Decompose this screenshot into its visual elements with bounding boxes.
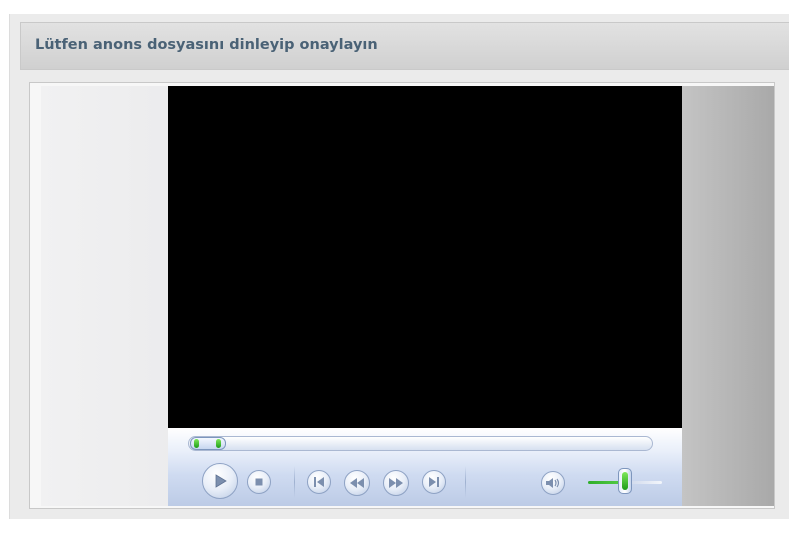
next-track-button[interactable] bbox=[422, 470, 446, 494]
fast-forward-button[interactable] bbox=[383, 470, 409, 496]
media-player bbox=[168, 86, 682, 506]
volume-thumb[interactable] bbox=[618, 468, 632, 494]
controls-separator bbox=[294, 466, 295, 498]
seek-thumb[interactable] bbox=[190, 437, 226, 450]
rewind-button[interactable] bbox=[344, 470, 370, 496]
previous-track-icon bbox=[313, 477, 325, 487]
play-button[interactable] bbox=[202, 463, 238, 499]
controls-separator bbox=[465, 466, 466, 498]
speaker-icon bbox=[546, 478, 560, 488]
dialog-title: Lütfen anons dosyasını dinleyip onaylayı… bbox=[35, 37, 378, 53]
video-screen[interactable] bbox=[168, 86, 682, 428]
volume-thumb-grip bbox=[622, 472, 628, 490]
previous-track-button[interactable] bbox=[307, 470, 331, 494]
mute-button[interactable] bbox=[541, 471, 565, 495]
seek-bar[interactable] bbox=[188, 436, 653, 451]
content-right-shade bbox=[682, 86, 774, 506]
rewind-icon bbox=[350, 478, 364, 488]
seek-thumb-right-grip bbox=[216, 439, 221, 448]
stop-button[interactable] bbox=[247, 470, 271, 494]
play-icon bbox=[212, 473, 228, 489]
fast-forward-icon bbox=[389, 478, 403, 488]
stop-icon bbox=[255, 478, 263, 486]
dialog-header: Lütfen anons dosyasını dinleyip onaylayı… bbox=[20, 22, 789, 70]
player-controls bbox=[168, 428, 682, 506]
next-track-icon bbox=[428, 477, 440, 487]
seek-thumb-left-grip bbox=[194, 439, 199, 448]
